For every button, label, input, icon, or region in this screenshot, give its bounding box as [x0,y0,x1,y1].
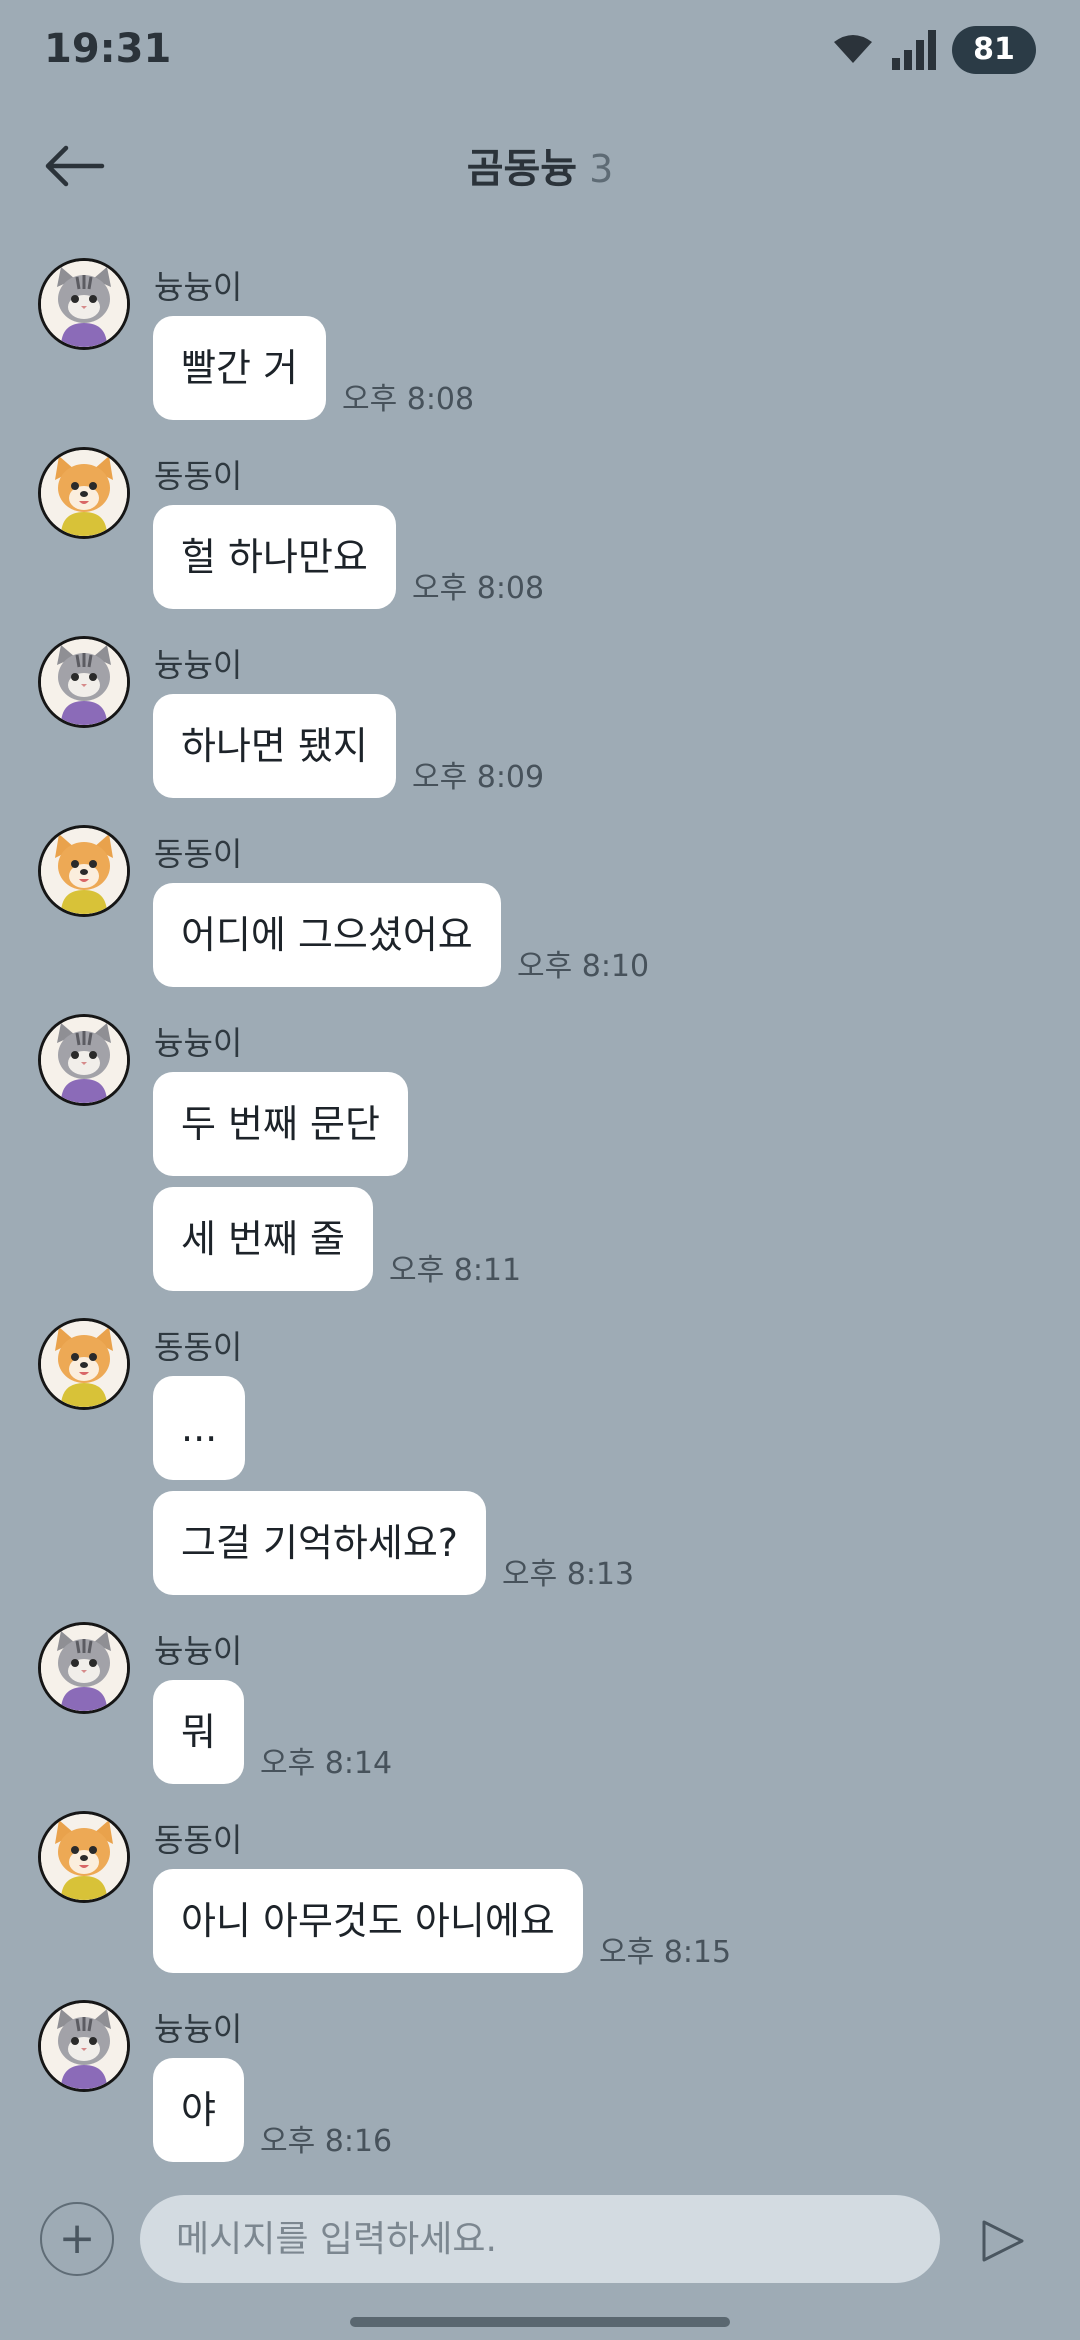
cat-avatar[interactable] [38,636,130,728]
message-bubble[interactable]: 하나면 됐지 [153,694,396,798]
sender-name: 늉늉이 [154,646,243,684]
sender-name: 동동이 [154,835,243,873]
sender-name: 늉늉이 [154,1024,243,1062]
message-bubble[interactable]: 뭐 [153,1680,244,1784]
cat-avatar[interactable] [38,1622,130,1714]
message-timestamp: 오후 8:10 [517,949,650,984]
message-bubble[interactable]: 그걸 기억하세요? [153,1491,486,1595]
add-attachment-button[interactable]: + [40,2202,114,2276]
message-bubble[interactable]: 야 [153,2058,244,2162]
message-bubble[interactable]: 어디에 그으셨어요 [153,883,501,987]
message-bubble[interactable]: 헐 하나만요 [153,505,396,609]
message-bubble[interactable]: 아니 아무것도 아니에요 [153,1869,583,1973]
message-bubble[interactable]: 두 번째 문단 [153,1072,408,1176]
message-bubble[interactable]: 빨간 거 [153,316,326,420]
message-timestamp: 오후 8:16 [260,2124,393,2159]
dog-avatar[interactable] [38,825,130,917]
message-bubble[interactable]: ... [153,1376,246,1480]
sender-name: 늉늉이 [154,268,243,306]
sender-name: 동동이 [154,1328,243,1366]
sender-name: 동동이 [154,1821,243,1859]
dog-avatar[interactable] [38,1811,130,1903]
message-input[interactable] [140,2195,940,2283]
dog-avatar[interactable] [38,447,130,539]
message-timestamp: 오후 8:09 [412,760,545,795]
home-indicator[interactable] [350,2317,730,2327]
cat-avatar[interactable] [38,2000,130,2092]
cat-avatar[interactable] [38,1014,130,1106]
message-timestamp: 오후 8:08 [412,571,545,606]
message-timestamp: 오후 8:08 [342,382,475,417]
sender-name: 늉늉이 [154,1632,243,1670]
cat-avatar[interactable] [38,258,130,350]
message-timestamp: 오후 8:15 [599,1935,732,1970]
message-bubble[interactable]: 세 번째 줄 [153,1187,373,1291]
message-timestamp: 오후 8:11 [389,1253,522,1288]
message-list[interactable]: 늉늉이 빨간 거 오후 8:08 동동이 헐 하나만요 오후 8:08 늉늉이 하나면 됐지 오… [0,0,1080,2340]
dog-avatar[interactable] [38,1318,130,1410]
message-timestamp: 오후 8:14 [260,1746,393,1781]
send-icon[interactable] [980,2218,1026,2264]
sender-name: 늉늉이 [154,2010,243,2048]
message-timestamp: 오후 8:13 [502,1557,635,1592]
sender-name: 동동이 [154,457,243,495]
